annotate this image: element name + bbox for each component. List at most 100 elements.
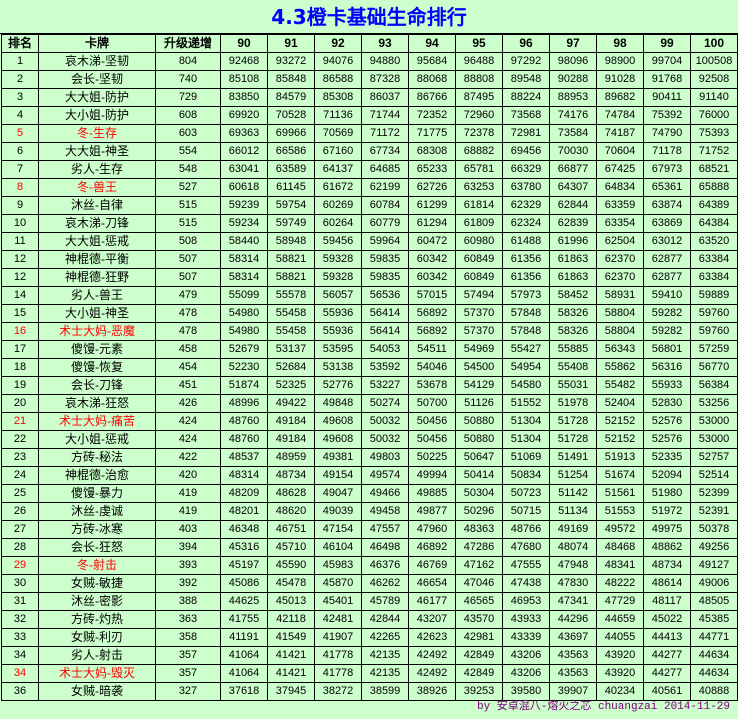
value-cell: 55099 [220, 286, 268, 305]
rank-cell: 28 [1, 538, 39, 557]
value-cell: 92508 [690, 70, 738, 89]
value-cell: 63012 [643, 232, 691, 251]
value-cell: 50647 [455, 448, 503, 467]
value-cell: 53137 [267, 340, 315, 359]
value-cell: 47438 [502, 574, 550, 593]
value-cell: 43570 [455, 610, 503, 629]
rank-cell: 8 [1, 178, 39, 197]
value-cell: 61356 [502, 268, 550, 287]
value-cell: 58821 [267, 268, 315, 287]
value-cell: 55458 [267, 304, 315, 323]
value-cell: 67160 [314, 142, 362, 161]
header-card: 卡牌 [38, 34, 156, 53]
value-cell: 56414 [361, 304, 409, 323]
increment-cell: 454 [155, 358, 221, 377]
table-row: 5 冬-生存 603 69363 69966 70569 71172 71775 72378 72… [1, 124, 738, 143]
value-cell: 64389 [690, 196, 738, 215]
value-cell: 59749 [267, 214, 315, 233]
value-cell: 72960 [455, 106, 503, 125]
value-cell: 58804 [596, 322, 644, 341]
value-cell: 71752 [690, 142, 738, 161]
value-cell: 55936 [314, 304, 362, 323]
value-cell: 55936 [314, 322, 362, 341]
card-name-cell: 女贼-敏捷 [38, 574, 156, 593]
value-cell: 64137 [314, 160, 362, 179]
value-cell: 45789 [361, 592, 409, 611]
value-cell: 46892 [408, 538, 456, 557]
value-cell: 73568 [502, 106, 550, 125]
value-cell: 63384 [690, 250, 738, 269]
table-row: 4 大小姐-防护 608 69920 70528 71136 71744 72352 72960… [1, 106, 738, 125]
value-cell: 62877 [643, 268, 691, 287]
value-cell: 63780 [502, 178, 550, 197]
increment-cell: 527 [155, 178, 221, 197]
value-cell: 43933 [502, 610, 550, 629]
value-cell: 41421 [267, 664, 315, 683]
header-level-92: 92 [314, 34, 362, 53]
value-cell: 45022 [643, 610, 691, 629]
value-cell: 49608 [314, 412, 362, 431]
value-cell: 51491 [549, 448, 597, 467]
value-cell: 56414 [361, 322, 409, 341]
value-cell: 58931 [596, 286, 644, 305]
header-level-99: 99 [643, 34, 691, 53]
value-cell: 51304 [502, 412, 550, 431]
value-cell: 53592 [361, 358, 409, 377]
rank-cell: 7 [1, 160, 39, 179]
value-cell: 45013 [267, 592, 315, 611]
value-cell: 96488 [455, 52, 503, 71]
value-cell: 60980 [455, 232, 503, 251]
value-cell: 50304 [455, 484, 503, 503]
value-cell: 74176 [549, 106, 597, 125]
value-cell: 55862 [596, 358, 644, 377]
value-cell: 58452 [549, 286, 597, 305]
increment-cell: 357 [155, 646, 221, 665]
value-cell: 63520 [690, 232, 738, 251]
rank-cell: 25 [1, 484, 39, 503]
value-cell: 50225 [408, 448, 456, 467]
value-cell: 50700 [408, 394, 456, 413]
value-cell: 62329 [502, 196, 550, 215]
value-cell: 61809 [455, 214, 503, 233]
increment-cell: 740 [155, 70, 221, 89]
value-cell: 48505 [690, 592, 738, 611]
value-cell: 51553 [596, 502, 644, 521]
value-cell: 56343 [596, 340, 644, 359]
value-cell: 51134 [549, 502, 597, 521]
card-name-cell: 大小姐-惩戒 [38, 430, 156, 449]
value-cell: 71178 [643, 142, 691, 161]
card-name-cell: 会长-刀锋 [38, 376, 156, 395]
value-cell: 60342 [408, 250, 456, 269]
table-row: 33 女贼-利刃 358 41191 41549 41907 42265 42623 42981… [1, 628, 738, 647]
value-cell: 52830 [643, 394, 691, 413]
sheet-title: 4.3橙卡基础生命排行 [0, 0, 738, 34]
value-cell: 88808 [455, 70, 503, 89]
value-cell: 51972 [643, 502, 691, 521]
value-cell: 49885 [408, 484, 456, 503]
value-cell: 67973 [643, 160, 691, 179]
value-cell: 55482 [596, 376, 644, 395]
value-cell: 66329 [502, 160, 550, 179]
value-cell: 55458 [267, 322, 315, 341]
value-cell: 45870 [314, 574, 362, 593]
value-cell: 49574 [361, 466, 409, 485]
value-cell: 51561 [596, 484, 644, 503]
value-cell: 46565 [455, 592, 503, 611]
value-cell: 70604 [596, 142, 644, 161]
value-cell: 45590 [267, 556, 315, 575]
increment-cell: 804 [155, 52, 221, 71]
value-cell: 50456 [408, 412, 456, 431]
table-row: 3 大大姐-防护 729 83850 84579 85308 86037 86766 87495… [1, 88, 738, 107]
increment-cell: 419 [155, 484, 221, 503]
value-cell: 54500 [455, 358, 503, 377]
value-cell: 47960 [408, 520, 456, 539]
value-cell: 57370 [455, 304, 503, 323]
rank-cell: 33 [1, 628, 39, 647]
value-cell: 60269 [314, 196, 362, 215]
value-cell: 58821 [267, 250, 315, 269]
value-cell: 48209 [220, 484, 268, 503]
value-cell: 57848 [502, 304, 550, 323]
value-cell: 90411 [643, 88, 691, 107]
value-cell: 51069 [502, 448, 550, 467]
value-cell: 56892 [408, 322, 456, 341]
